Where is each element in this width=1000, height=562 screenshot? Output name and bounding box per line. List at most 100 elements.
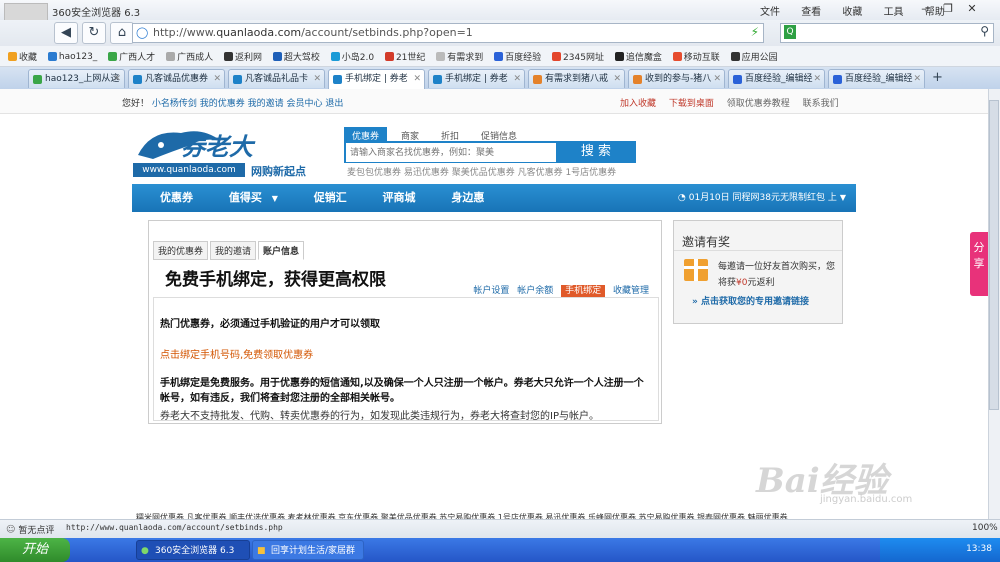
nav-notice[interactable]: ◔ 01月10日 同程网38元无限制红包 上 ▼ [678,184,846,212]
tab-zbj-demand[interactable]: 有需求到猪八戒 ✕ [528,69,625,88]
bookmark-item[interactable]: 超大驾校 [272,50,320,63]
topbar-right-links: 加入收藏 下载到桌面 领取优惠券教程 联系我们 [620,96,839,109]
bookmark-item[interactable]: 收藏 [8,50,37,63]
site-search-button[interactable]: 搜 索 [556,141,636,163]
close-icon[interactable]: ✕ [713,70,721,88]
site-logo[interactable]: 券老大 www.quanlaoda.com 网购新起点 [133,125,333,179]
close-icon[interactable]: ✕ [913,70,921,88]
browser-icon: ● [141,546,149,556]
account-tabs: 我的优惠券 我的邀请 账户信息 [153,241,306,260]
site-topbar: 您好！ 小名杨传剑 我的优惠券 我的邀请 会员中心 退出 加入收藏 下载到桌面 … [0,89,988,114]
close-icon[interactable]: ✕ [813,70,821,88]
contact-link[interactable]: 联系我们 [803,99,839,109]
clock[interactable]: 13:38 [966,544,992,554]
review-status[interactable]: ☺ 暂无点评 [6,523,54,537]
maximize-icon[interactable]: ❐ [936,1,960,17]
close-icon[interactable]: ✕ [513,70,521,88]
title-bar: 360安全浏览器 6.3 文件 查看 收藏 工具 帮助 – ❐ ✕ [0,0,1000,47]
tab-zbj-received[interactable]: 收到的参与-猪八 ✕ [628,69,725,88]
tab-hao123[interactable]: hao123_上网从这 ✕ [28,69,125,88]
page-title: 免费手机绑定，获得更高权限 [165,270,386,290]
tab-strip: hao123_上网从这 ✕ 凡客诚品优惠券 ✕ 凡客诚品礼品卡 ✕ 手机绑定 | 券老… [0,67,1000,90]
window-controls: – ❐ ✕ [912,1,984,17]
tab-baidu-jingyan[interactable]: 百度经验_编辑经 ✕ [728,69,825,88]
tab-baidu-jingyan-2[interactable]: 百度经验_编辑经 ✕ [828,69,925,88]
refresh-icon[interactable]: ↻ [82,22,106,44]
home-icon[interactable]: ⌂ [110,22,134,44]
window-title: 360安全浏览器 6.3 [52,8,141,19]
close-icon[interactable]: ✕ [413,70,421,88]
bind-phone-link[interactable]: 点击绑定手机号码,免费领取优惠券 [160,346,313,361]
scroll-thumb[interactable] [989,100,999,410]
task-browser[interactable]: ● 360安全浏览器 6.3 [136,540,250,560]
tab-phone-bind[interactable]: 手机绑定 | 券老 ✕ [428,69,525,88]
system-tray: 13:38 [880,538,1000,562]
zoom-level[interactable]: 100% [972,523,998,533]
bookmark-item[interactable]: 应用公园 [730,50,778,63]
minimize-icon[interactable]: – [912,1,936,17]
menu-tools[interactable]: 工具 [884,7,904,18]
subnav-account-settings[interactable]: 帐户设置 [473,286,509,296]
browser-search-input[interactable]: Q ⚲ [780,23,994,43]
subnav-favorites[interactable]: 收藏管理 [613,286,649,296]
subnav-phone-bind[interactable]: 手机绑定 [561,285,606,297]
new-tab-icon[interactable]: + [932,70,943,85]
chat-icon: ■ [257,546,266,556]
user-links[interactable]: 小名杨传剑 我的优惠券 我的邀请 会员中心 退出 [152,99,343,109]
search-engine-icon[interactable]: Q [784,25,796,39]
close-icon[interactable]: ✕ [960,1,984,17]
hot-coupon-links[interactable]: 麦包包优惠券 易迅优惠券 聚美优品优惠券 凡客优惠券 1号店优惠券 [347,165,616,178]
nav-reviews[interactable]: 评商城 [367,184,432,212]
chevron-down-icon: ▼ [271,194,278,203]
invite-link[interactable]: » 点击获取您的专用邀请链接 [692,294,809,307]
page-icon: ◯ [136,26,149,39]
download-desktop-link[interactable]: 下载到桌面 [669,99,714,109]
tab-my-coupons[interactable]: 我的优惠券 [153,241,209,260]
tab-vancl-gift[interactable]: 凡客诚品礼品卡 ✕ [228,69,325,88]
invite-box: 邀请有奖 每邀请一位好友首次购买，您 将获¥0元返利 » 点击获取您的专用邀请链… [673,220,843,324]
bookmark-item[interactable]: 返利网 [223,50,262,63]
bookmark-item[interactable]: 有需求到 [436,50,483,63]
start-button[interactable]: 开始 [0,538,70,562]
bookmark-item[interactable]: hao123_ [47,52,97,62]
bookmark-item[interactable]: 21世纪 [384,50,425,63]
menu-file[interactable]: 文件 [760,7,780,18]
task-group-chat[interactable]: ■ 回享计划生活/家居群 [252,540,364,560]
lightning-icon[interactable]: ⚡ [751,25,759,39]
bookmark-item[interactable]: 移动互联 [672,50,720,63]
tab-account-info[interactable]: 账户信息 [258,241,305,260]
add-favorite-link[interactable]: 加入收藏 [620,99,656,109]
tab-phone-bind-active[interactable]: 手机绑定 | 券老 ✕ [328,69,425,89]
bookmark-item[interactable]: 广西成人 [166,50,213,63]
bind-description: 手机绑定是免费服务。用于优惠券的短信通知,以及确保一个人只注册一个帐户。券老大只… [160,378,644,404]
close-icon[interactable]: ✕ [113,70,121,88]
bookmark-item[interactable]: 追信魔盒 [614,50,662,63]
divider [674,250,842,251]
back-icon[interactable]: ◀ [54,22,78,44]
coupon-tutorial-link[interactable]: 领取优惠券教程 [727,99,790,109]
bookmark-item[interactable]: 小岛2.0 [330,50,374,63]
bookmark-item[interactable]: 百度经验 [494,50,541,63]
subnav-account-balance[interactable]: 帐户余额 [517,286,553,296]
share-button[interactable]: 分享 [970,232,988,296]
search-icon[interactable]: ⚲ [980,24,989,38]
account-body: 热门优惠券，必须通过手机验证的用户才可以领取 点击绑定手机号码,免费领取优惠券 … [153,297,659,422]
close-icon[interactable]: ✕ [313,70,321,88]
nav-nearby[interactable]: 身边惠 [435,184,500,212]
menu-favorites[interactable]: 收藏 [842,7,862,18]
close-icon[interactable]: ✕ [613,70,621,88]
policy-text: 券老大不支持批发、代购、转卖优惠券的行为，如发现此类违规行为，券老大将查封您的I… [160,411,599,422]
url-input[interactable]: ◯ http://www.quanlaoda.com/account/setbi… [132,23,764,43]
menu-view[interactable]: 查看 [801,7,821,18]
tab-vancl-coupon[interactable]: 凡客诚品优惠券 ✕ [128,69,225,88]
bookmark-item[interactable]: 2345网址 [552,50,604,63]
tab-my-invites[interactable]: 我的邀请 [210,241,257,260]
nav-worth-buying[interactable]: 值得买 ▼ [213,184,294,213]
close-icon[interactable]: ✕ [213,70,221,88]
nav-promotions[interactable]: 促销汇 [298,184,363,212]
bookmark-item[interactable]: 广西人才 [108,50,155,63]
requirement-text: 热门优惠券，必须通过手机验证的用户才可以领取 [160,319,380,330]
bookmarks-bar: 收藏 hao123_ 广西人才 广西成人 返利网 超大驾校 小岛2.0 21世纪… [0,46,1000,67]
site-search-input[interactable] [346,144,582,162]
nav-coupons[interactable]: 优惠券 [132,184,209,212]
